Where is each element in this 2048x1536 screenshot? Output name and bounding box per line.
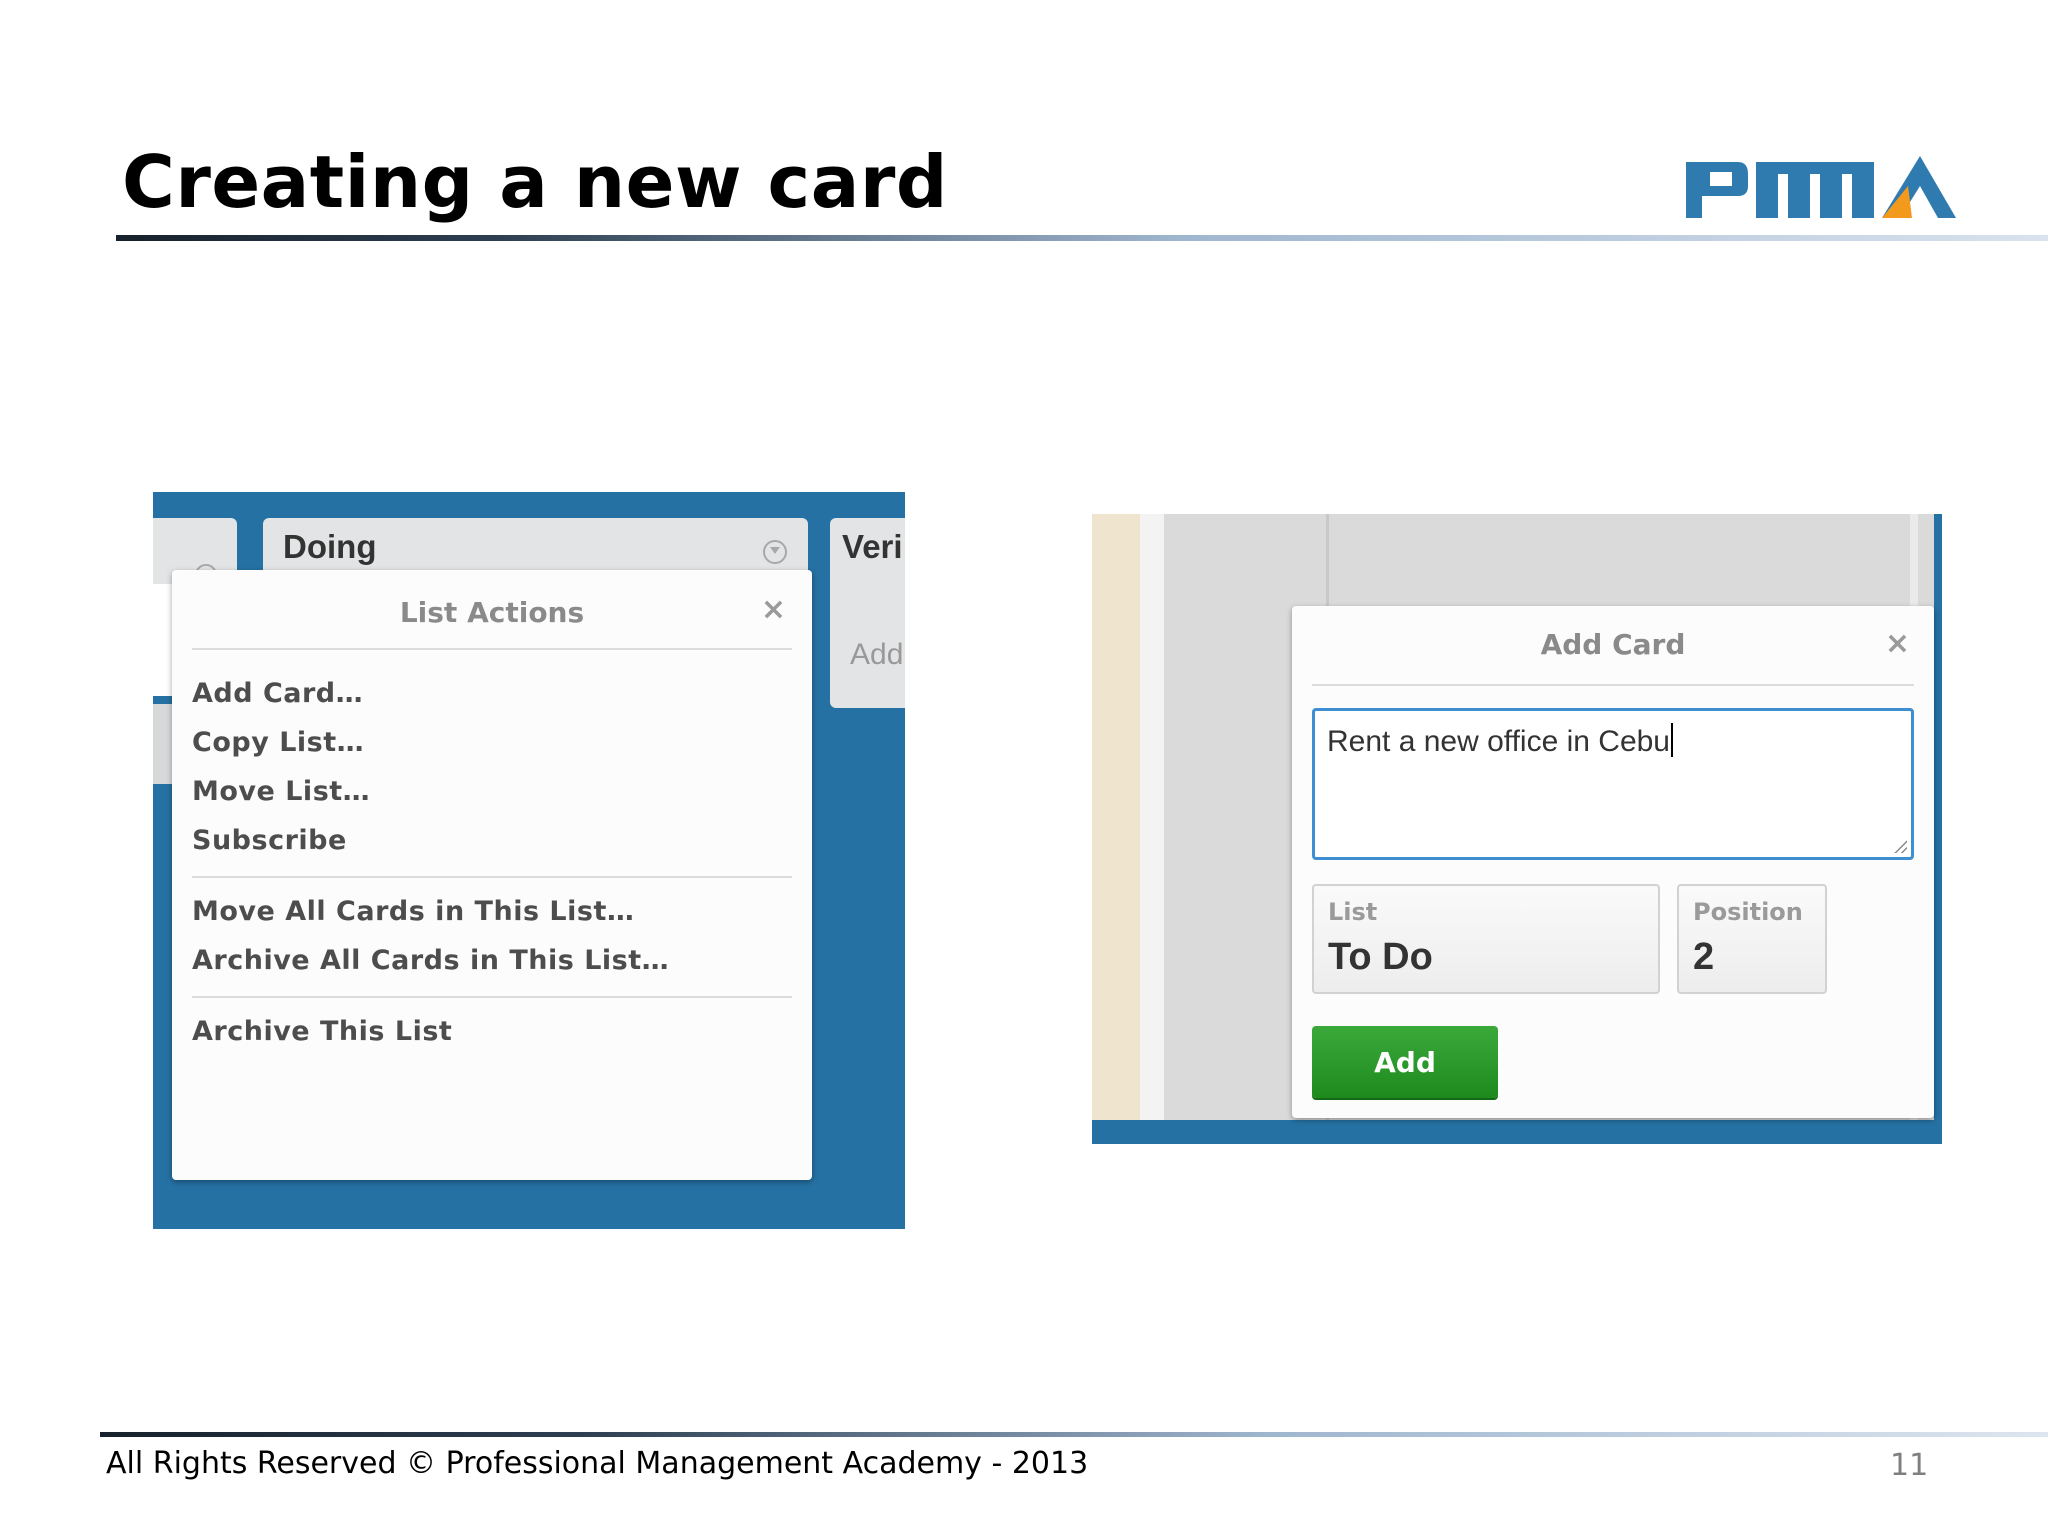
chevron-down-icon[interactable] xyxy=(763,540,787,564)
previous-list-card xyxy=(153,584,173,696)
menu-item-move-all-cards[interactable]: Move All Cards in This List… xyxy=(192,896,634,927)
position-select-value: 2 xyxy=(1693,936,1715,978)
menu-item-move-list[interactable]: Move List… xyxy=(192,776,370,807)
resize-handle-icon[interactable] xyxy=(1893,839,1907,853)
position-select-label: Position xyxy=(1693,898,1803,926)
menu-item-archive-list[interactable]: Archive This List xyxy=(192,1016,452,1047)
popover-title: List Actions xyxy=(399,596,585,629)
add-card-link[interactable]: Add xyxy=(850,638,903,672)
text-caret xyxy=(1671,723,1673,757)
close-icon[interactable]: × xyxy=(1885,626,1910,661)
list-select-value: To Do xyxy=(1328,936,1433,978)
footer-copyright: All Rights Reserved © Professional Manag… xyxy=(106,1446,1089,1481)
list-title: Veri xyxy=(842,528,903,565)
list-actions-popover: List Actions × Add Card… Copy List… Move… xyxy=(172,570,812,1180)
add-card-screenshot: Add Card × Rent a new office in Cebu Lis… xyxy=(1092,514,1942,1144)
popover-title: Add Card xyxy=(1540,628,1686,661)
menu-item-archive-all-cards[interactable]: Archive All Cards in This List… xyxy=(192,945,669,976)
menu-item-add-card[interactable]: Add Card… xyxy=(192,678,363,709)
list-actions-screenshot: Doing Veri Add List Actions × Add Card… … xyxy=(153,492,905,1229)
title-divider xyxy=(116,235,2048,241)
menu-item-subscribe[interactable]: Subscribe xyxy=(192,825,347,856)
slide-title: Creating a new card xyxy=(122,140,948,224)
background-column xyxy=(1092,514,1140,1120)
divider xyxy=(192,876,792,878)
card-title-input[interactable]: Rent a new office in Cebu xyxy=(1312,708,1914,860)
close-icon[interactable]: × xyxy=(761,592,786,627)
background-column xyxy=(1140,514,1164,1120)
page-number: 11 xyxy=(1890,1448,1929,1483)
divider xyxy=(192,996,792,998)
list-select[interactable]: List To Do xyxy=(1312,884,1660,994)
next-list: Veri Add xyxy=(830,518,905,708)
previous-list-footer xyxy=(153,704,173,784)
list-select-label: List xyxy=(1328,898,1378,926)
add-card-popover: Add Card × Rent a new office in Cebu Lis… xyxy=(1292,606,1934,1118)
add-button[interactable]: Add xyxy=(1312,1026,1498,1098)
card-title-text: Rent a new office in Cebu xyxy=(1327,725,1670,758)
list-title: Doing xyxy=(283,528,377,565)
footer-divider xyxy=(100,1432,2048,1437)
divider xyxy=(1312,684,1914,686)
divider xyxy=(192,648,792,650)
position-select[interactable]: Position 2 xyxy=(1677,884,1827,994)
pma-logo-icon xyxy=(1686,156,1956,218)
menu-item-copy-list[interactable]: Copy List… xyxy=(192,727,364,758)
